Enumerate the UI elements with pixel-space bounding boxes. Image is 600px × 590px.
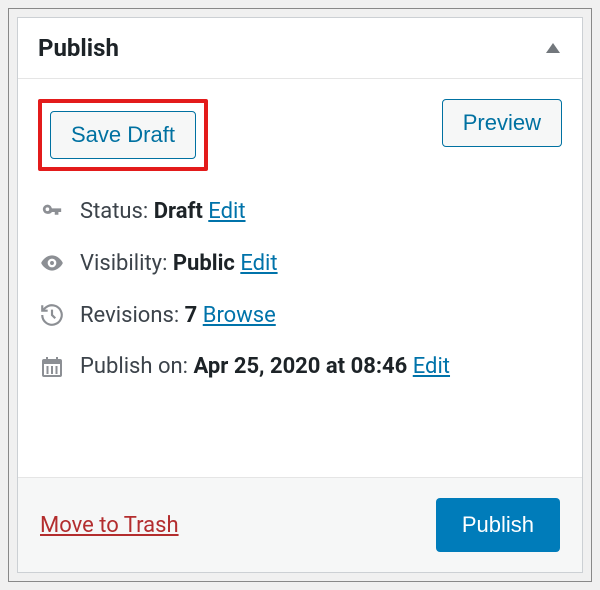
key-icon bbox=[38, 201, 66, 223]
visibility-row: Visibility: Public Edit bbox=[38, 250, 562, 276]
status-label: Status: bbox=[80, 199, 148, 224]
publish-box-body: Save Draft Preview Status: Draft Edit bbox=[18, 79, 582, 477]
move-to-trash-link[interactable]: Move to Trash bbox=[40, 513, 179, 538]
history-icon bbox=[38, 302, 66, 328]
schedule-label: Publish on: bbox=[80, 354, 188, 379]
schedule-value: Apr 25, 2020 at 08:46 bbox=[193, 354, 407, 379]
status-value: Draft bbox=[154, 199, 203, 224]
status-row: Status: Draft Edit bbox=[38, 199, 562, 224]
collapse-toggle-icon[interactable] bbox=[544, 41, 562, 55]
eye-icon bbox=[38, 250, 66, 276]
preview-button[interactable]: Preview bbox=[442, 99, 562, 147]
publish-box-footer: Move to Trash Publish bbox=[18, 477, 582, 572]
revisions-value: 7 bbox=[185, 303, 198, 328]
visibility-label: Visibility: bbox=[80, 251, 167, 276]
revisions-row: Revisions: 7 Browse bbox=[38, 302, 562, 328]
revisions-browse-link[interactable]: Browse bbox=[203, 303, 276, 328]
visibility-edit-link[interactable]: Edit bbox=[240, 251, 277, 276]
visibility-value: Public bbox=[173, 251, 235, 276]
calendar-icon bbox=[38, 355, 66, 379]
status-edit-link[interactable]: Edit bbox=[208, 199, 245, 224]
publish-box-header[interactable]: Publish bbox=[18, 18, 582, 79]
top-actions-row: Save Draft Preview bbox=[38, 99, 562, 171]
save-draft-button[interactable]: Save Draft bbox=[50, 111, 196, 159]
save-draft-highlight: Save Draft bbox=[38, 99, 208, 171]
publish-box-title: Publish bbox=[38, 34, 119, 62]
schedule-edit-link[interactable]: Edit bbox=[413, 354, 450, 379]
revisions-label: Revisions: bbox=[80, 303, 179, 328]
publish-metabox: Publish Save Draft Preview Status: Dr bbox=[17, 17, 583, 573]
publish-button[interactable]: Publish bbox=[436, 498, 560, 552]
schedule-row: Publish on: Apr 25, 2020 at 08:46 Edit bbox=[38, 354, 562, 379]
outer-frame: Publish Save Draft Preview Status: Dr bbox=[8, 8, 592, 582]
